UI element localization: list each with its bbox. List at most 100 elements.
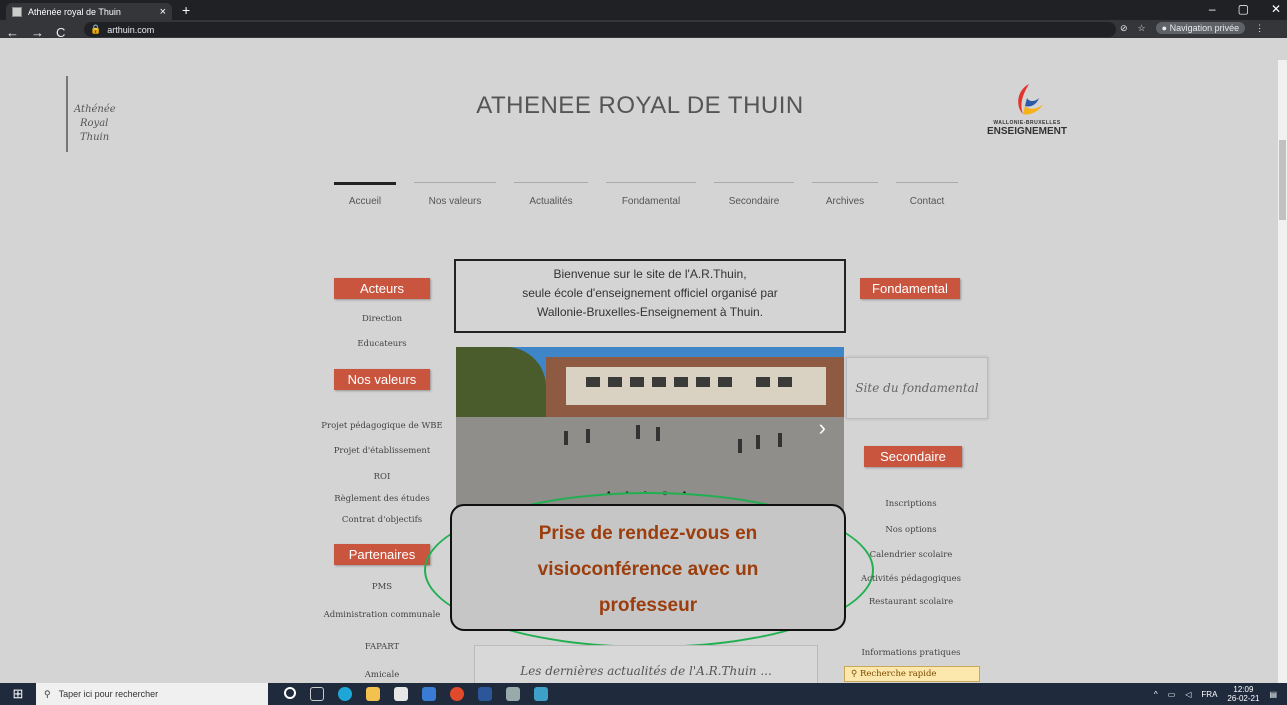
welcome-line-2: seule école d'enseignement officiel orga… <box>522 286 778 300</box>
cta-line-1: Prise de rendez-vous en <box>538 523 758 544</box>
clock[interactable]: 12:09 26-02-21 <box>1227 685 1259 703</box>
wbe-flame-icon <box>1018 84 1043 115</box>
scroll-thumb[interactable] <box>1279 140 1286 220</box>
close-tab-icon[interactable]: × <box>160 6 166 18</box>
search-icon: ⚲ <box>44 688 51 699</box>
chevron-up-icon[interactable]: ^ <box>1154 690 1158 699</box>
logo-line-1: Athénée <box>74 104 116 115</box>
menu-item-archives[interactable]: Archives <box>812 182 878 212</box>
edge-icon[interactable] <box>338 687 352 701</box>
link-amicale[interactable]: Amicale <box>314 670 450 680</box>
tab-title: Athénée royal de Thuin <box>28 6 121 17</box>
eye-off-icon[interactable]: ⊘ <box>1120 23 1128 34</box>
menu-item-accueil[interactable]: Accueil <box>334 182 396 212</box>
menu-item-secondaire[interactable]: Secondaire <box>714 182 794 212</box>
link-activites[interactable]: Activités pédagogiques <box>846 574 976 584</box>
file-explorer-icon[interactable] <box>366 687 380 701</box>
link-inscriptions[interactable]: Inscriptions <box>846 499 976 509</box>
close-window-icon[interactable]: ✕ <box>1271 2 1281 16</box>
photos-icon[interactable] <box>534 687 548 701</box>
slider-next-icon[interactable]: › <box>819 415 826 441</box>
url-text: arthuin.com <box>107 24 155 35</box>
menu-item-contact[interactable]: Contact <box>896 182 958 212</box>
store-icon[interactable] <box>394 687 408 701</box>
menu-label: Secondaire <box>728 196 780 207</box>
link-fapart[interactable]: FAPART <box>314 642 450 652</box>
lock-icon: 🔒 <box>90 24 102 34</box>
fondamental-site-link[interactable]: Site du fondamental <box>846 357 988 419</box>
new-tab-button[interactable]: + <box>182 2 190 18</box>
photo-slider[interactable]: › <box>456 347 844 510</box>
minimize-icon[interactable]: – <box>1209 2 1216 16</box>
main-menu: Accueil Nos valeurs Actualités Fondament… <box>334 182 958 212</box>
maximize-icon[interactable]: ▢ <box>1238 2 1249 16</box>
language-indicator[interactable]: FRA <box>1201 690 1217 699</box>
link-administration[interactable]: Administration communale <box>314 610 450 620</box>
menu-item-fondamental[interactable]: Fondamental <box>606 182 696 212</box>
clock-time: 12:09 <box>1233 685 1254 694</box>
clock-date: 26-02-21 <box>1227 694 1260 703</box>
link-direction[interactable]: Direction <box>334 314 430 324</box>
star-icon[interactable]: ☆ <box>1138 23 1146 34</box>
menu-label: Accueil <box>348 196 382 207</box>
site-title: ATHENEE ROYAL DE THUIN <box>476 92 804 119</box>
welcome-line-1: Bienvenue sur le site de l'A.R.Thuin, <box>553 267 747 281</box>
page-scrollbar[interactable] <box>1278 60 1287 683</box>
volume-icon[interactable]: ◁ <box>1185 690 1191 699</box>
logo-line-2: Royal <box>80 118 109 129</box>
notifications-icon[interactable]: ▤ <box>1269 690 1277 699</box>
fondamental-heading: Fondamental <box>860 278 960 299</box>
menu-item-actualites[interactable]: Actualités <box>514 182 588 212</box>
cta-line-2: visioconférence avec un <box>537 559 759 580</box>
link-contrat[interactable]: Contrat d'objectifs <box>314 515 450 525</box>
link-reglement[interactable]: Règlement des études <box>314 494 450 504</box>
link-calendrier[interactable]: Calendrier scolaire <box>846 550 976 560</box>
incognito-icon: ● <box>1161 23 1168 33</box>
network-icon[interactable]: ▭ <box>1168 690 1176 699</box>
secondaire-heading: Secondaire <box>864 446 962 467</box>
window-controls: – ▢ ✕ <box>1209 2 1281 16</box>
wbe-line-2: ENSEIGNEMENT <box>986 126 1067 137</box>
logo-line-3: Thuin <box>80 132 110 143</box>
system-tray: ^ ▭ ◁ FRA 12:09 26-02-21 ▤ <box>1154 683 1277 705</box>
start-icon[interactable]: ⊞ <box>0 683 36 705</box>
wbe-logo[interactable]: WALLONIE-BRUXELLES ENSEIGNEMENT <box>982 80 1072 156</box>
paint-icon[interactable] <box>506 687 520 701</box>
favicon-icon <box>12 6 22 17</box>
menu-dots-icon[interactable]: ⋮ <box>1255 23 1264 34</box>
link-restaurant[interactable]: Restaurant scolaire <box>846 597 976 607</box>
search-icon: ⚲ <box>851 669 860 679</box>
menu-label: Nos valeurs <box>428 196 482 207</box>
welcome-line-3: Wallonie-Bruxelles-Enseignement à Thuin. <box>536 305 764 319</box>
word-icon[interactable] <box>478 687 492 701</box>
link-educateurs[interactable]: Educateurs <box>334 339 430 349</box>
chrome-icon[interactable] <box>450 687 464 701</box>
link-projet-etablissement[interactable]: Projet d'établissement <box>314 446 450 456</box>
taskbar-search[interactable]: ⚲ Taper ici pour rechercher <box>36 683 268 705</box>
valeurs-heading: Nos valeurs <box>334 369 430 390</box>
browser-tab[interactable]: Athénée royal de Thuin × <box>6 3 172 20</box>
link-infos-pratiques[interactable]: Informations pratiques <box>846 648 976 658</box>
news-heading: Les dernières actualités de l'A.R.Thuin … <box>474 645 818 685</box>
menu-label: Archives <box>825 196 865 207</box>
link-projet-pedagogique[interactable]: Projet pédagogique de WBE <box>314 421 450 431</box>
welcome-box: Bienvenue sur le site de l'A.R.Thuin, se… <box>454 259 846 333</box>
taskbar-apps <box>284 687 548 701</box>
link-roi[interactable]: ROI <box>314 472 450 482</box>
menu-label: Fondamental <box>621 196 681 207</box>
private-label: Navigation privée <box>1169 23 1240 33</box>
acteurs-heading: Acteurs <box>334 278 430 299</box>
link-options[interactable]: Nos options <box>846 525 976 535</box>
cortana-icon[interactable] <box>284 687 296 699</box>
school-logo[interactable]: Athénée Royal Thuin <box>58 76 148 154</box>
windows-taskbar: ⊞ ⚲ Taper ici pour rechercher ^ ▭ ◁ FRA … <box>0 683 1287 705</box>
task-view-icon[interactable] <box>310 687 324 701</box>
menu-item-valeurs[interactable]: Nos valeurs <box>414 182 496 212</box>
visio-appointment-button[interactable]: Prise de rendez-vous en visioconférence … <box>450 504 846 631</box>
partenaires-heading: Partenaires <box>334 544 430 565</box>
mail-icon[interactable] <box>422 687 436 701</box>
menu-label: Actualités <box>529 196 573 207</box>
url-field[interactable]: 🔒 arthuin.com <box>84 22 1116 37</box>
private-badge[interactable]: ● Navigation privée <box>1155 22 1246 34</box>
quick-search-button[interactable]: ⚲ Recherche rapide <box>844 666 980 682</box>
